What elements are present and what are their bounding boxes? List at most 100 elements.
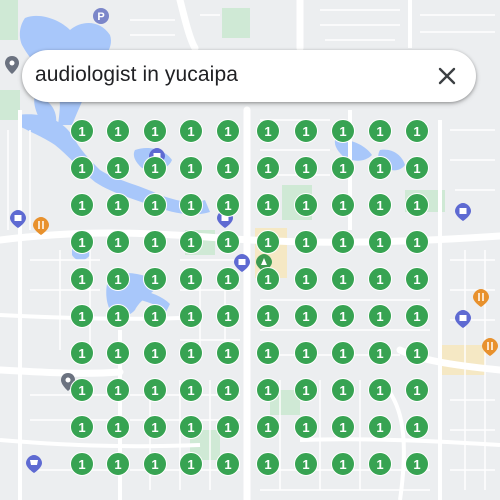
shopping-bag-icon[interactable]	[455, 310, 471, 333]
result-marker[interactable]: 1	[256, 378, 280, 402]
result-marker[interactable]: 1	[331, 193, 355, 217]
restaurant-icon[interactable]	[33, 217, 49, 240]
result-marker[interactable]: 1	[294, 193, 318, 217]
result-marker[interactable]: 1	[405, 378, 429, 402]
restaurant-icon[interactable]	[473, 289, 489, 312]
result-marker[interactable]: 1	[106, 230, 130, 254]
result-marker[interactable]: 1	[216, 156, 240, 180]
map-canvas[interactable]: P 11111111111111111111111111111111111111…	[0, 0, 500, 500]
result-marker[interactable]: 1	[70, 415, 94, 439]
result-marker[interactable]: 1	[106, 378, 130, 402]
location-pin-icon[interactable]	[5, 56, 19, 79]
result-marker[interactable]: 1	[106, 119, 130, 143]
search-bar[interactable]: audiologist in yucaipa	[22, 50, 476, 102]
result-marker[interactable]: 1	[256, 156, 280, 180]
result-marker[interactable]: 1	[70, 304, 94, 328]
result-marker[interactable]: 1	[216, 378, 240, 402]
result-marker[interactable]: 1	[256, 119, 280, 143]
result-marker[interactable]: 1	[216, 119, 240, 143]
result-marker[interactable]: 1	[405, 119, 429, 143]
result-marker[interactable]: 1	[405, 193, 429, 217]
result-marker[interactable]: 1	[106, 304, 130, 328]
result-marker[interactable]: 1	[179, 341, 203, 365]
result-marker[interactable]: 1	[405, 452, 429, 476]
result-marker[interactable]: 1	[331, 156, 355, 180]
result-marker[interactable]: 1	[294, 156, 318, 180]
result-marker[interactable]: 1	[405, 230, 429, 254]
result-marker[interactable]: 1	[179, 119, 203, 143]
result-marker[interactable]: 1	[179, 230, 203, 254]
result-marker[interactable]: 1	[331, 304, 355, 328]
result-marker[interactable]: 1	[143, 156, 167, 180]
result-marker[interactable]: 1	[179, 267, 203, 291]
result-marker[interactable]: 1	[331, 452, 355, 476]
result-marker[interactable]: 1	[294, 267, 318, 291]
result-marker[interactable]: 1	[106, 267, 130, 291]
search-query-text[interactable]: audiologist in yucaipa	[35, 63, 238, 87]
result-marker[interactable]: 1	[70, 378, 94, 402]
result-marker[interactable]: 1	[405, 341, 429, 365]
result-marker[interactable]: 1	[143, 193, 167, 217]
result-marker[interactable]: 1	[216, 452, 240, 476]
result-marker[interactable]: 1	[368, 341, 392, 365]
result-marker[interactable]: 1	[405, 415, 429, 439]
result-marker[interactable]: 1	[70, 341, 94, 365]
result-marker[interactable]: 1	[70, 452, 94, 476]
result-marker[interactable]: 1	[179, 304, 203, 328]
result-marker[interactable]: 1	[368, 304, 392, 328]
result-marker[interactable]: 1	[256, 230, 280, 254]
result-marker[interactable]: 1	[294, 341, 318, 365]
result-marker[interactable]: 1	[331, 267, 355, 291]
result-marker[interactable]: 1	[216, 230, 240, 254]
result-marker[interactable]: 1	[368, 267, 392, 291]
result-marker[interactable]: 1	[405, 156, 429, 180]
result-marker[interactable]: 1	[106, 156, 130, 180]
result-marker[interactable]: 1	[294, 230, 318, 254]
result-marker[interactable]: 1	[294, 378, 318, 402]
result-marker[interactable]: 1	[256, 193, 280, 217]
result-marker[interactable]: 1	[256, 415, 280, 439]
result-marker[interactable]: 1	[143, 378, 167, 402]
result-marker[interactable]: 1	[106, 415, 130, 439]
result-marker[interactable]: 1	[143, 415, 167, 439]
result-marker[interactable]: 1	[106, 452, 130, 476]
result-marker[interactable]: 1	[368, 193, 392, 217]
shopping-bag-icon[interactable]	[10, 210, 26, 233]
result-marker[interactable]: 1	[368, 378, 392, 402]
result-marker[interactable]: 1	[256, 452, 280, 476]
result-marker[interactable]: 1	[294, 304, 318, 328]
result-marker[interactable]: 1	[216, 267, 240, 291]
result-marker[interactable]: 1	[331, 119, 355, 143]
result-marker[interactable]: 1	[331, 378, 355, 402]
result-marker[interactable]: 1	[256, 304, 280, 328]
result-marker[interactable]: 1	[405, 267, 429, 291]
result-marker[interactable]: 1	[70, 267, 94, 291]
result-marker[interactable]: 1	[143, 230, 167, 254]
result-marker[interactable]: 1	[179, 193, 203, 217]
result-marker[interactable]: 1	[70, 156, 94, 180]
result-marker[interactable]: 1	[368, 230, 392, 254]
result-marker[interactable]: 1	[216, 193, 240, 217]
result-marker[interactable]: 1	[368, 156, 392, 180]
parking-icon[interactable]: P	[93, 8, 109, 29]
result-marker[interactable]: 1	[216, 415, 240, 439]
result-marker[interactable]: 1	[294, 119, 318, 143]
result-marker[interactable]: 1	[179, 415, 203, 439]
result-marker[interactable]: 1	[143, 267, 167, 291]
result-marker[interactable]: 1	[331, 230, 355, 254]
result-marker[interactable]: 1	[256, 341, 280, 365]
result-marker[interactable]: 1	[106, 193, 130, 217]
result-marker[interactable]: 1	[106, 341, 130, 365]
result-marker[interactable]: 1	[216, 341, 240, 365]
result-marker[interactable]: 1	[294, 415, 318, 439]
close-button[interactable]	[432, 61, 462, 91]
result-marker[interactable]: 1	[405, 304, 429, 328]
result-marker[interactable]: 1	[179, 378, 203, 402]
restaurant-icon[interactable]	[482, 338, 498, 361]
result-marker[interactable]: 1	[143, 452, 167, 476]
result-marker[interactable]: 1	[70, 119, 94, 143]
result-marker[interactable]: 1	[368, 119, 392, 143]
result-marker[interactable]: 1	[256, 267, 280, 291]
shopping-cart-icon[interactable]	[26, 455, 42, 478]
result-marker[interactable]: 1	[70, 193, 94, 217]
